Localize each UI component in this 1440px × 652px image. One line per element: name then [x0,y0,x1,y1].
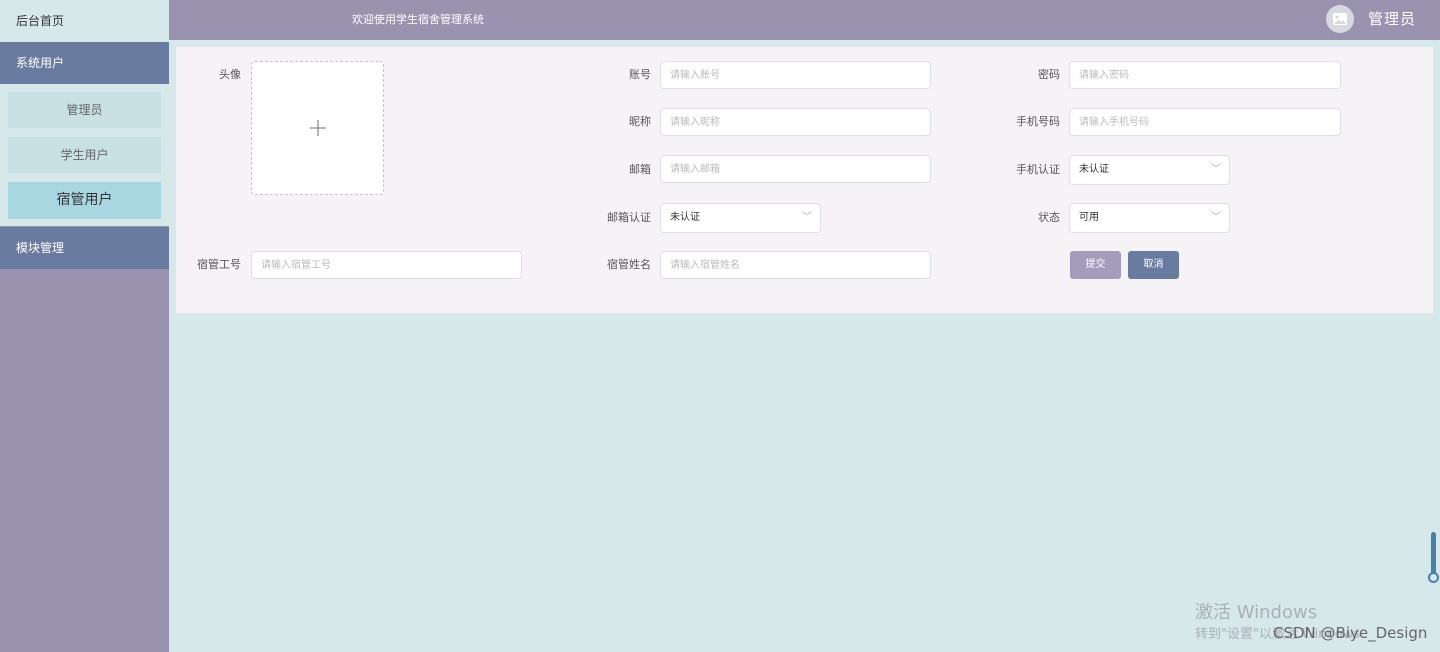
email-verify-value: 未认证 [670,212,700,223]
image-icon [1333,13,1347,25]
cancel-button[interactable]: 取消 [1128,251,1179,279]
user-avatar[interactable] [1326,5,1354,33]
staff-name-input[interactable]: 请输入宿管姓名 [660,251,931,279]
chevron-down-icon: ﹀ [802,212,812,223]
email-input[interactable]: 请输入邮箱 [660,155,931,183]
chevron-down-icon: ﹀ [1211,164,1221,175]
status-value: 可用 [1079,212,1099,223]
phone-verify-select[interactable]: 未认证 ﹀ [1069,155,1230,185]
phone-label: 手机号码 [1016,115,1060,128]
current-user-name[interactable]: 管理员 [1368,0,1416,38]
activate-windows-title: 激活 Windows [1195,602,1318,623]
staff-name-label: 宿管姓名 [607,258,651,271]
sidebar-home-label: 后台首页 [16,14,65,28]
submit-button[interactable]: 提交 [1070,251,1121,279]
sidebar-group-module-management[interactable]: 模块管理 [0,227,169,269]
password-label: 密码 [1038,68,1060,81]
sidebar: 后台首页 系统用户 管理员 学生用户 宿管用户 模块管理 [0,0,169,652]
sidebar-group-label: 模块管理 [16,241,65,255]
avatar-upload[interactable] [251,61,384,195]
top-bar: 欢迎使用学生宿舍管理系统 管理员 [169,0,1440,40]
dorm-manager-form: 头像 账号 请输入账号 密码 请输入密码 昵称 请输入昵称 手机号码 请输入手机… [176,47,1433,313]
scrollbar-handle[interactable] [1428,572,1439,583]
sidebar-item-home[interactable]: 后台首页 [0,0,169,42]
avatar-label: 头像 [219,68,241,81]
staff-no-input[interactable]: 请输入宿管工号 [251,251,522,279]
sidebar-group-system-users[interactable]: 系统用户 [0,42,169,84]
account-label: 账号 [629,68,651,81]
staff-no-label: 宿管工号 [197,258,241,271]
status-select[interactable]: 可用 ﹀ [1069,203,1230,233]
plus-icon [309,120,326,136]
password-input[interactable]: 请输入密码 [1069,61,1341,89]
sidebar-item-dorm-manager-users[interactable]: 宿管用户 [8,182,161,219]
phone-verify-value: 未认证 [1079,164,1109,175]
email-label: 邮箱 [629,163,651,176]
chevron-down-icon: ﹀ [1211,212,1221,223]
nickname-input[interactable]: 请输入昵称 [660,108,931,136]
welcome-text: 欢迎使用学生宿舍管理系统 [352,13,484,26]
account-input[interactable]: 请输入账号 [660,61,931,89]
sidebar-item-admin[interactable]: 管理员 [8,92,161,128]
phone-input[interactable]: 请输入手机号码 [1069,108,1341,136]
sidebar-group-label: 系统用户 [16,56,65,70]
phone-verify-label: 手机认证 [1016,163,1060,176]
email-verify-label: 邮箱认证 [607,211,651,224]
sidebar-item-student-users[interactable]: 学生用户 [8,137,161,173]
email-verify-select[interactable]: 未认证 ﹀ [660,203,821,233]
csdn-watermark: CSDN @Biye_Design [1273,624,1428,642]
status-label: 状态 [1038,211,1060,224]
nickname-label: 昵称 [629,115,651,128]
